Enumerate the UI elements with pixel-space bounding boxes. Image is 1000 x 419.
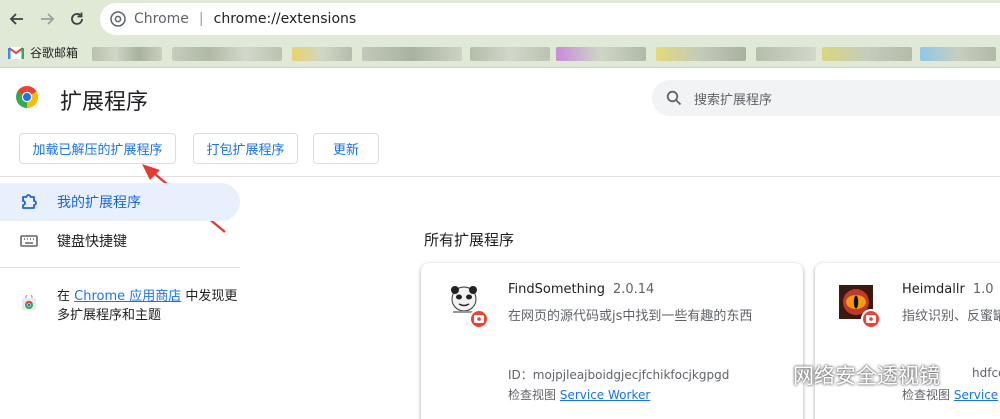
sidebar-item-label: 键盘快捷键 (57, 234, 127, 250)
search-extensions-input[interactable]: 搜索扩展程序 (652, 80, 1000, 116)
back-button[interactable] (4, 6, 30, 32)
bookmark-blurred-4[interactable] (362, 47, 462, 61)
extension-name-text: FindSomething (508, 282, 605, 297)
page-title: 扩展程序 (60, 90, 149, 115)
browser-toolbar: Chrome | chrome://extensions (0, 0, 1000, 38)
chrome-logo-icon (16, 86, 38, 108)
extension-card: FindSomething 2.0.14 在网页的源代码或js中找到一些有趣的东西… (421, 263, 803, 419)
sidebar-divider (0, 267, 240, 268)
web-store-prefix: 在 (57, 289, 75, 304)
reload-icon (71, 12, 83, 25)
extension-name-text: Heimdallr (902, 282, 965, 297)
update-button[interactable]: 更新 (313, 133, 379, 164)
extension-description: 指纹识别、反蜜罐 (902, 309, 1000, 324)
inspect-views-label: 检查视图 (508, 388, 557, 402)
bookmark-blurred-5[interactable] (470, 47, 550, 61)
extension-inspect-views: 检查视图 Service Worker (508, 386, 650, 403)
extension-description: 在网页的源代码或js中找到一些有趣的东西 (508, 309, 753, 324)
chrome-logo (15, 85, 39, 113)
extension-version: 2.0.14 (612, 282, 655, 297)
bookmark-blurred-7[interactable] (656, 47, 746, 61)
bookmarks-bar: 谷歌邮箱 (0, 38, 1000, 68)
keyboard-icon (20, 232, 38, 250)
search-placeholder: 搜索扩展程序 (694, 92, 773, 108)
extension-version: 1.0 (972, 282, 994, 297)
inspect-views-label: 检查视图 (902, 388, 951, 402)
extension-id: ID：mojpjleajboidgjecjfchikfocjkgpgd (508, 366, 729, 383)
sidebar-item-keyboard-shortcuts[interactable]: 键盘快捷键 (0, 222, 240, 260)
extension-name: FindSomething 2.0.14 (508, 282, 654, 297)
chrome-web-store-link[interactable]: Chrome 应用商店 (74, 289, 181, 304)
gmail-icon (8, 46, 24, 59)
address-bar[interactable]: Chrome | chrome://extensions (100, 3, 1000, 35)
omnibox-url: chrome://extensions (213, 11, 357, 27)
extension-card: Heimdallr 1.0 指纹识别、反蜜罐 hdfcd 检查视图 Service (815, 263, 1000, 419)
watermark: 网络安全透视镜 (755, 360, 940, 390)
extension-icon-findsomething (447, 285, 489, 329)
service-worker-link[interactable]: Service Worker (560, 388, 650, 402)
bookmark-blurred-9[interactable] (822, 47, 912, 61)
web-store-promo: 在 Chrome 应用商店 中发现更多扩展程序和主题 (57, 287, 242, 325)
extension-id-value: mojpjleajboidgjecjfchikfocjkgpgd (532, 368, 730, 382)
forward-arrow-icon (41, 13, 55, 25)
wechat-icon (756, 364, 783, 386)
extension-badge-icon (469, 309, 489, 329)
bookmark-blurred-10[interactable] (920, 47, 996, 61)
omnibox-separator: | (198, 11, 204, 27)
bookmark-blurred-1[interactable] (92, 47, 162, 61)
bookmark-gmail[interactable]: 谷歌邮箱 (8, 44, 78, 61)
sidebar-item-my-extensions[interactable]: 我的扩展程序 (0, 183, 240, 221)
extension-badge-icon (861, 309, 881, 329)
chrome-web-store-icon (22, 295, 36, 310)
bookmark-gmail-label: 谷歌邮箱 (30, 46, 79, 60)
puzzle-icon (20, 193, 38, 211)
extension-icon-heimdallr (839, 285, 881, 329)
bookmark-blurred-3[interactable] (292, 47, 352, 61)
sidebar-item-label: 我的扩展程序 (57, 195, 141, 211)
bookmark-blurred-2[interactable] (172, 47, 282, 61)
reload-button[interactable] (64, 6, 90, 32)
omnibox-host: Chrome (134, 11, 189, 27)
chrome-site-icon (110, 11, 126, 27)
search-icon (666, 90, 682, 106)
section-title: 所有扩展程序 (424, 231, 515, 249)
extension-id-fragment: hdfcd (972, 366, 1000, 380)
bookmark-blurred-6[interactable] (556, 47, 646, 61)
extension-name: Heimdallr 1.0 (902, 282, 994, 297)
bookmark-blurred-8[interactable] (756, 47, 816, 61)
extension-id-label: ID： (508, 368, 533, 382)
back-arrow-icon (9, 13, 23, 25)
forward-button[interactable] (34, 6, 60, 32)
service-worker-link[interactable]: Service (954, 388, 998, 402)
watermark-text: 网络安全透视镜 (793, 364, 940, 388)
